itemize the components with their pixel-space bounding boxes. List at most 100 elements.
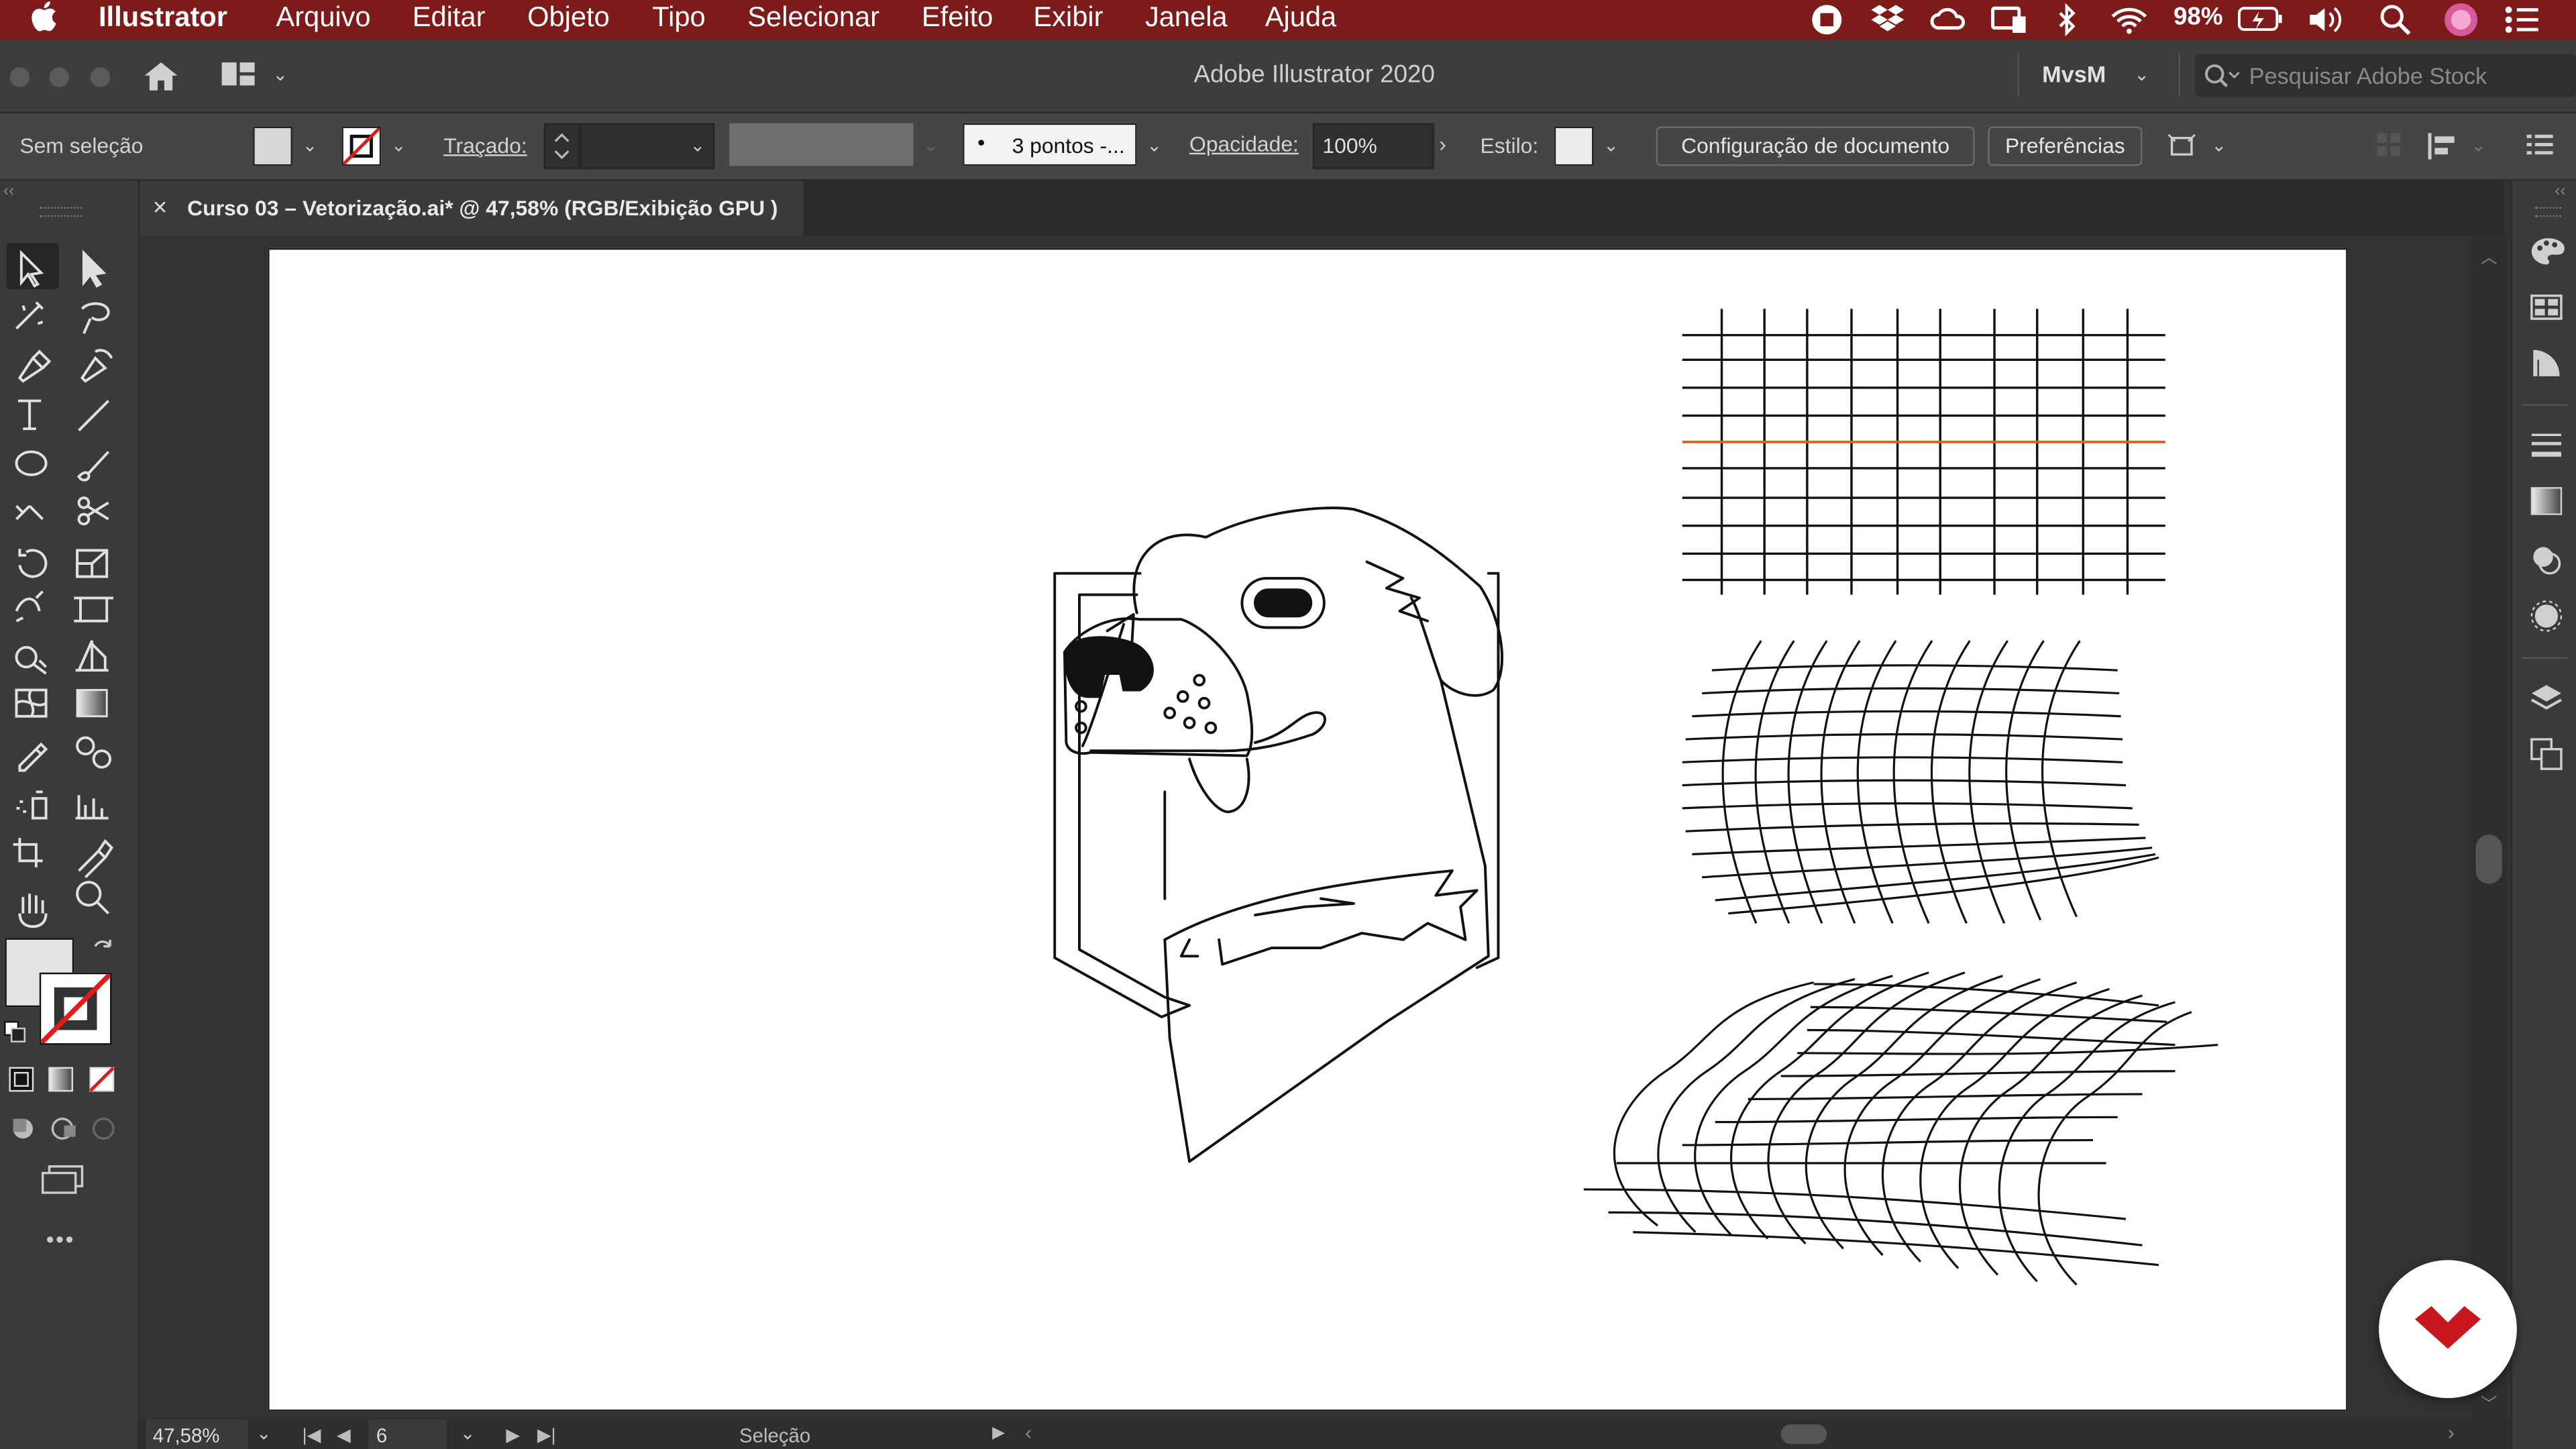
scale-tool[interactable] — [74, 542, 117, 585]
layers-icon[interactable] — [2530, 682, 2563, 714]
menu-efeito[interactable]: Efeito — [922, 0, 993, 36]
brush-definition-dropdown[interactable]: • 3 pontos -... — [963, 123, 1137, 166]
document-setup-button[interactable]: Configuração de documento — [1656, 126, 1975, 166]
selection-tool[interactable] — [11, 246, 54, 289]
wifi-icon[interactable] — [2109, 3, 2149, 44]
blend-tool[interactable] — [74, 731, 117, 774]
arrange-documents-icon[interactable] — [2165, 129, 2202, 167]
horizontal-scroll-thumb[interactable] — [1780, 1424, 1827, 1444]
eyedropper-tool[interactable] — [11, 731, 54, 774]
chevron-down-icon[interactable]: ⌄ — [256, 1423, 272, 1444]
scroll-up-icon[interactable]: ︿ — [2481, 243, 2497, 268]
display-icon[interactable] — [1990, 3, 2029, 44]
shaper-tool[interactable] — [11, 493, 54, 536]
menu-objeto[interactable]: Objeto — [527, 0, 610, 36]
variable-width-profile[interactable] — [729, 123, 914, 166]
status-menu-arrow-icon[interactable]: ▶ — [992, 1424, 1005, 1442]
artboards-icon[interactable] — [2530, 738, 2563, 771]
rotate-tool[interactable] — [11, 542, 54, 585]
mesh-tool[interactable] — [11, 682, 54, 724]
menu-tipo[interactable]: Tipo — [652, 0, 705, 36]
chevron-down-icon[interactable]: ⌄ — [391, 135, 407, 156]
record-icon[interactable] — [1811, 3, 1843, 44]
align-grid-icon[interactable] — [2375, 131, 2402, 163]
draw-normal-icon[interactable] — [8, 1116, 38, 1147]
hand-tool[interactable] — [11, 879, 54, 922]
scroll-right-icon[interactable]: › — [2448, 1421, 2455, 1444]
search-input[interactable]: Pesquisar Adobe Stock — [2249, 62, 2487, 89]
perspective-grid-tool[interactable] — [74, 641, 117, 684]
opacity-input[interactable]: 100% — [1312, 123, 1434, 170]
preferences-button[interactable]: Preferências — [1988, 126, 2143, 166]
menu-editar[interactable]: Editar — [413, 0, 486, 36]
stroke-label[interactable]: Traçado: — [443, 133, 527, 158]
artboard[interactable] — [268, 248, 2348, 1411]
screen-mode-icon[interactable] — [40, 1163, 86, 1201]
last-artboard-icon[interactable]: ▶| — [537, 1424, 556, 1446]
menu-selecionar[interactable]: Selecionar — [747, 0, 879, 36]
fill-swatch[interactable] — [253, 126, 292, 166]
creative-cloud-icon[interactable] — [1929, 3, 1968, 44]
graphic-styles-icon[interactable] — [2530, 600, 2563, 633]
minimize-window-button[interactable] — [49, 67, 69, 87]
draw-behind-icon[interactable] — [49, 1116, 78, 1147]
shape-builder-tool[interactable] — [11, 641, 54, 684]
spotlight-search-icon[interactable] — [2379, 3, 2412, 44]
vertical-scroll-thumb[interactable] — [2475, 835, 2502, 884]
menu-ajuda[interactable]: Ajuda — [1265, 0, 1336, 36]
workspace-switcher[interactable]: MvsM — [2042, 61, 2106, 87]
panel-menu-icon[interactable] — [2526, 131, 2553, 163]
gradient-mode-icon[interactable] — [48, 1066, 74, 1097]
align-panel-icon[interactable] — [2425, 131, 2461, 166]
pen-tool[interactable] — [11, 345, 54, 388]
swap-fill-stroke-icon[interactable] — [91, 936, 117, 968]
slice-tool[interactable] — [74, 830, 117, 873]
menu-app-name[interactable]: Illustrator — [99, 0, 227, 36]
scissors-tool[interactable] — [74, 493, 117, 536]
vertical-scrollbar[interactable]: ︿ ﹀ — [2471, 236, 2508, 1419]
symbol-sprayer-tool[interactable] — [11, 780, 54, 823]
chevron-down-icon[interactable]: ⌄ — [2134, 64, 2149, 85]
ellipse-tool[interactable] — [11, 443, 54, 486]
close-window-button[interactable] — [9, 67, 30, 87]
stroke-panel-icon[interactable] — [2530, 429, 2563, 462]
more-tools-button[interactable]: ••• — [46, 1226, 75, 1252]
direct-selection-tool[interactable] — [74, 246, 117, 289]
zoom-input[interactable]: 47,58% — [146, 1419, 248, 1449]
dropbox-icon[interactable] — [1870, 3, 1906, 44]
chevron-down-icon[interactable]: ⌄ — [303, 135, 318, 156]
volume-icon[interactable] — [2305, 3, 2345, 44]
gradient-tool[interactable] — [74, 682, 117, 724]
panel-grip[interactable] — [2534, 207, 2561, 217]
chevron-down-icon[interactable]: ⌄ — [2471, 135, 2486, 156]
menu-janela[interactable]: Janela — [1145, 0, 1228, 36]
warp-tool[interactable] — [11, 592, 54, 635]
zoom-window-button[interactable] — [90, 67, 111, 87]
transparency-icon[interactable] — [2530, 347, 2563, 380]
chevron-down-icon[interactable]: ⌄ — [690, 135, 706, 156]
magic-wand-tool[interactable] — [11, 296, 54, 339]
draw-inside-icon[interactable] — [91, 1116, 120, 1147]
gradient-panel-icon[interactable] — [2530, 484, 2563, 517]
lasso-tool[interactable] — [74, 296, 117, 339]
menu-arquivo[interactable]: Arquivo — [276, 0, 370, 36]
color-mode-icon[interactable] — [8, 1066, 34, 1097]
graphic-style-swatch[interactable] — [1554, 126, 1594, 166]
stroke-weight-stepper[interactable] — [543, 123, 580, 170]
next-artboard-icon[interactable]: ▶ — [506, 1424, 520, 1446]
stroke-swatch[interactable] — [341, 126, 382, 166]
chevron-down-icon[interactable]: ⌄ — [273, 64, 288, 85]
canvas-area[interactable] — [138, 236, 2471, 1419]
artboard-tool[interactable] — [11, 830, 54, 873]
free-transform-tool[interactable] — [74, 592, 117, 635]
appearance-icon[interactable] — [2530, 544, 2563, 577]
menu-exibir[interactable]: Exibir — [1033, 0, 1103, 36]
none-mode-icon[interactable] — [89, 1066, 115, 1097]
document-tab[interactable]: × Curso 03 – Vetorização.ai* @ 47,58% (R… — [138, 180, 804, 237]
scroll-left-icon[interactable]: ‹ — [1025, 1421, 1032, 1444]
opacity-label[interactable]: Opacidade: — [1189, 131, 1299, 156]
chevron-down-icon[interactable]: ⌄ — [1603, 135, 1619, 156]
home-icon[interactable] — [142, 59, 181, 97]
close-tab-button[interactable]: × — [153, 194, 167, 222]
previous-artboard-icon[interactable]: ◀ — [337, 1424, 351, 1446]
